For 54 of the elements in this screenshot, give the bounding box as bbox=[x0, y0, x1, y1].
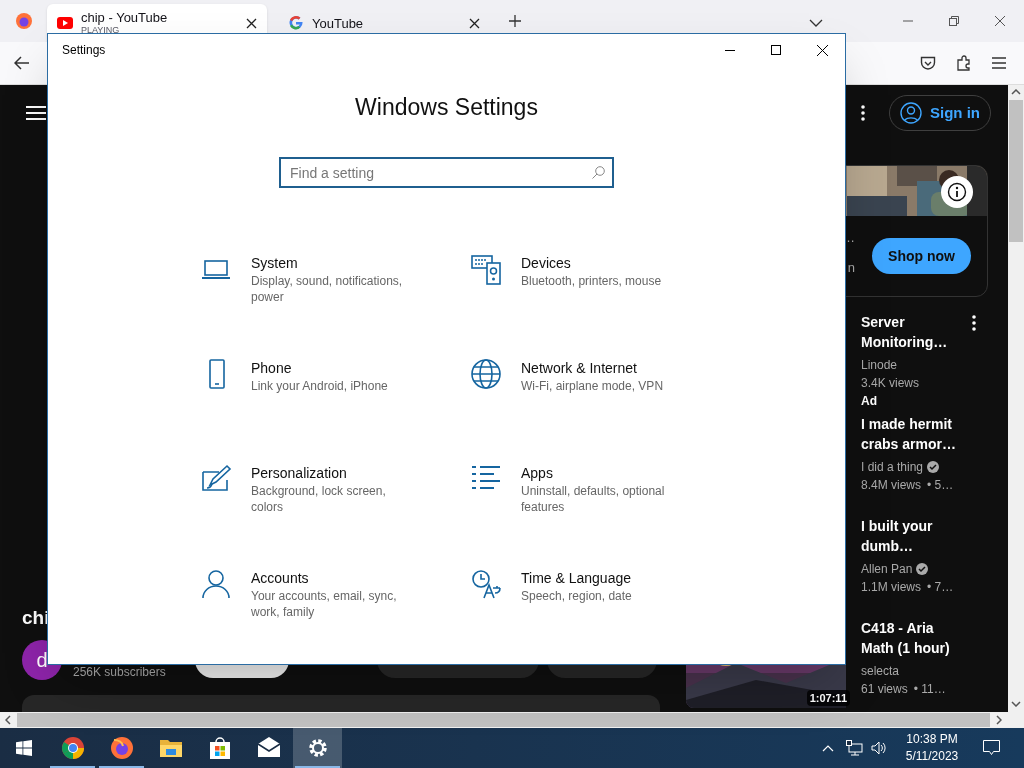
category-title: Devices bbox=[521, 254, 572, 273]
video-title[interactable]: Server Monitoring… bbox=[861, 312, 965, 352]
shop-now-button[interactable]: Shop now bbox=[872, 238, 971, 274]
category-description: Your accounts, email, sync, work, family bbox=[251, 588, 398, 620]
settings-category[interactable]: System Display, sound, notifications, power bbox=[201, 253, 451, 305]
category-description: Uninstall, defaults, optional features bbox=[521, 483, 666, 515]
clock-date: 5/11/2023 bbox=[905, 748, 959, 765]
settings-category[interactable]: Devices Bluetooth, printers, mouse bbox=[471, 253, 721, 289]
channel-name[interactable]: Linode bbox=[861, 356, 898, 374]
ad-text: n bbox=[847, 259, 855, 277]
settings-category[interactable]: Personalization Background, lock screen, colors bbox=[201, 463, 451, 515]
category-description: Link your Android, iPhone bbox=[251, 378, 389, 394]
video-title[interactable]: I built your dumb… bbox=[861, 516, 965, 556]
view-count: 8.4M views bbox=[861, 477, 922, 494]
tab-title: YouTube bbox=[312, 15, 365, 31]
settings-category[interactable]: Accounts Your accounts, email, sync, work, family bbox=[201, 568, 451, 620]
clock[interactable]: 10:38 PM 5/11/2023 bbox=[897, 731, 967, 765]
upload-age: • 11… bbox=[913, 681, 946, 698]
category-title: Personalization bbox=[251, 464, 348, 483]
category-title: Accounts bbox=[251, 569, 310, 588]
channel-name[interactable]: selecta bbox=[861, 662, 900, 680]
clock-time: 10:38 PM bbox=[906, 731, 958, 748]
view-count: 3.4K views bbox=[861, 375, 920, 392]
channel-name[interactable]: Allen Pan bbox=[861, 560, 913, 578]
category-description: Display, sound, notifications, power bbox=[251, 273, 404, 305]
tab-status: PLAYING bbox=[81, 25, 121, 36]
ad-text: … bbox=[842, 229, 855, 247]
window-title: Settings bbox=[62, 42, 106, 59]
subscriber-count: 256K subscribers bbox=[73, 664, 166, 681]
category-description: Wi-Fi, airplane mode, VPN bbox=[521, 378, 665, 394]
category-description: Background, lock screen, colors bbox=[251, 483, 387, 515]
upload-age: • 7… bbox=[927, 579, 954, 596]
category-title: Phone bbox=[251, 359, 293, 378]
channel-name[interactable]: I did a thing bbox=[861, 458, 924, 476]
view-count: 1.1M views bbox=[861, 579, 922, 596]
settings-category[interactable]: Network & Internet Wi-Fi, airplane mode, VPN bbox=[471, 358, 721, 394]
search-field[interactable]: Find a setting bbox=[279, 157, 614, 188]
settings-category[interactable]: Phone Link your Android, iPhone bbox=[201, 358, 451, 394]
settings-category[interactable]: Time & Language Speech, region, date bbox=[471, 568, 721, 604]
category-description: Bluetooth, printers, mouse bbox=[521, 273, 663, 289]
upload-age: • 5… bbox=[927, 477, 954, 494]
category-title: System bbox=[251, 254, 299, 273]
tab-title: chip - YouTube bbox=[81, 10, 169, 25]
video-title[interactable]: I made hermit crabs armor… bbox=[861, 414, 965, 454]
browser-tab[interactable]: YouTube bbox=[278, 4, 490, 42]
ad-label: Ad bbox=[861, 393, 878, 410]
category-description: Speech, region, date bbox=[521, 588, 633, 604]
category-title: Network & Internet bbox=[521, 359, 638, 378]
category-title: Time & Language bbox=[521, 569, 632, 588]
category-title: Apps bbox=[521, 464, 554, 483]
settings-category[interactable]: Apps Uninstall, defaults, optional features bbox=[471, 463, 721, 515]
page-heading: Windows Settings bbox=[354, 93, 539, 122]
view-count: 61 views bbox=[861, 681, 908, 698]
video-title[interactable]: C418 - Aria Math (1 hour) bbox=[861, 618, 965, 658]
